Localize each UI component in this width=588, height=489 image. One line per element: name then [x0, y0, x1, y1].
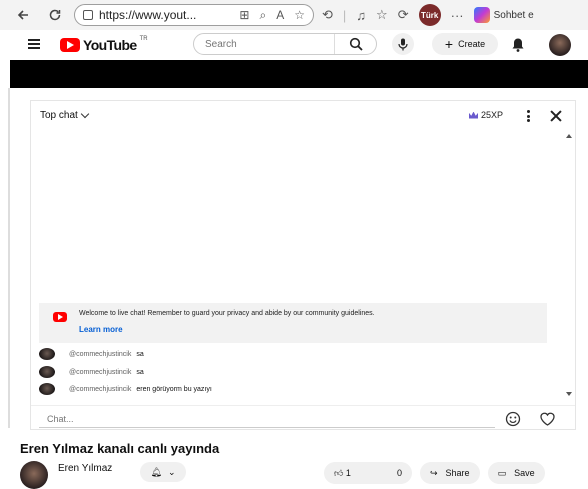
voice-search-button[interactable]	[392, 33, 414, 55]
like-count: 1	[345, 467, 351, 478]
profile-label: Türk	[420, 10, 439, 20]
notifications-icon[interactable]	[511, 37, 525, 57]
chat-message[interactable]: @commechjustincik eren görüyorm bu yazıy…	[39, 382, 212, 396]
youtube-play-icon	[60, 38, 80, 52]
copilot-label: Sohbet e	[493, 9, 534, 21]
search-icon	[349, 37, 363, 51]
message-author[interactable]: @commechjustincik	[69, 369, 131, 376]
chevron-down-icon	[80, 109, 90, 119]
more-icon[interactable]: ···	[451, 8, 464, 23]
search-input[interactable]	[194, 34, 334, 54]
chat-input-area	[31, 405, 575, 431]
chat-mode-dropdown[interactable]: Top chat	[40, 109, 90, 121]
create-button[interactable]: + Create	[432, 33, 498, 55]
search-button[interactable]	[334, 34, 376, 54]
learn-more-link[interactable]: Learn more	[79, 325, 123, 334]
live-chat-panel: Top chat 25XP Welcome to live chat! Reme…	[30, 100, 576, 430]
share-button[interactable]: ↪ Share	[420, 462, 480, 484]
emoji-icon[interactable]	[505, 411, 521, 427]
create-label: Create	[458, 39, 486, 49]
favorite-star-icon[interactable]: ☆	[294, 8, 305, 23]
bell-icon: 🔔︎	[150, 466, 162, 477]
share-icon: ↪	[430, 467, 438, 478]
scroll-down-arrow[interactable]	[566, 392, 572, 396]
chat-mode-label: Top chat	[40, 110, 78, 121]
close-chat-icon[interactable]	[549, 109, 563, 123]
refresh-icon[interactable]	[44, 4, 66, 26]
browser-toolbar: https://www.yout... ⊞ ⌕ A ☆ ⟲ | ♫ ☆ ⟳ Tü…	[0, 0, 588, 30]
apps-icon[interactable]: ⊞	[239, 8, 249, 23]
plus-icon: +	[444, 36, 454, 52]
message-author[interactable]: @commechjustincik	[69, 386, 131, 393]
xp-badge[interactable]: 25XP	[469, 110, 503, 120]
microphone-icon	[398, 38, 408, 50]
crown-icon	[469, 111, 478, 119]
save-label: Save	[514, 468, 535, 478]
find-icon[interactable]: ⌕	[259, 8, 266, 23]
avatar[interactable]	[39, 383, 55, 395]
youtube-icon	[53, 312, 67, 322]
page-edge	[8, 88, 10, 428]
read-aloud-icon[interactable]: A	[276, 8, 284, 23]
copilot-icon	[473, 7, 490, 23]
subscription-notification-button[interactable]: 🔔︎ ⌄	[140, 462, 186, 482]
chat-message[interactable]: @commechjustincik sa	[39, 365, 144, 379]
video-player[interactable]	[10, 60, 588, 88]
extension-icon[interactable]: ⟲	[322, 7, 333, 23]
account-avatar[interactable]	[549, 34, 571, 56]
video-actions: 👍︎ 1 0 ↪ Share ▭ Save	[324, 462, 545, 484]
message-text: sa	[136, 368, 144, 376]
chevron-down-icon: ⌄	[167, 466, 176, 477]
chat-input[interactable]	[39, 410, 495, 428]
message-author[interactable]: @commechjustincik	[69, 351, 131, 358]
save-icon: ▭	[497, 467, 507, 478]
dislike-button[interactable]: 0	[397, 468, 402, 478]
share-label: Share	[445, 468, 470, 478]
url-text: https://www.yout...	[99, 8, 197, 22]
like-dislike-group: 👍︎ 1 0	[324, 462, 412, 484]
chat-header: Top chat 25XP	[31, 101, 575, 131]
avatar[interactable]	[39, 366, 55, 378]
chat-message[interactable]: @commechjustincik sa	[39, 347, 144, 361]
logo-country: TR	[139, 36, 148, 42]
channel-name[interactable]: Eren Yılmaz	[58, 463, 112, 474]
video-title: Eren Yılmaz kanalı canlı yayında	[20, 441, 220, 456]
media-icon[interactable]: ♫	[356, 8, 366, 23]
xp-label: 25XP	[481, 110, 504, 120]
message-text: sa	[136, 350, 144, 358]
scroll-up-arrow[interactable]	[566, 134, 572, 138]
favorites-icon[interactable]: ☆	[376, 7, 388, 23]
profile-avatar[interactable]: Türk	[418, 4, 441, 26]
youtube-header: YouTube TR + Create	[0, 30, 588, 60]
search-box	[193, 33, 377, 55]
logo-text: YouTube	[83, 37, 137, 53]
copilot-button[interactable]: Sohbet e	[473, 7, 534, 23]
site-info-icon[interactable]	[83, 10, 93, 20]
save-button[interactable]: ▭ Save	[487, 462, 545, 484]
avatar[interactable]	[39, 348, 55, 360]
heart-icon[interactable]	[539, 411, 556, 427]
dislike-count: 0	[396, 468, 402, 478]
youtube-logo[interactable]: YouTube TR	[60, 36, 148, 53]
message-text: eren görüyorm bu yazıyı	[136, 385, 212, 393]
channel-avatar[interactable]	[20, 461, 48, 489]
address-bar[interactable]: https://www.yout... ⊞ ⌕ A ☆	[74, 4, 314, 26]
like-button[interactable]: 👍︎ 1	[334, 468, 351, 479]
history-icon[interactable]: ⟳	[398, 7, 409, 23]
menu-icon[interactable]	[28, 39, 40, 49]
welcome-banner: Welcome to live chat! Remember to guard …	[39, 303, 547, 343]
divider: |	[342, 7, 347, 23]
welcome-text: Welcome to live chat! Remember to guard …	[79, 310, 375, 317]
back-icon[interactable]	[12, 4, 34, 26]
more-options-icon[interactable]	[527, 110, 530, 122]
